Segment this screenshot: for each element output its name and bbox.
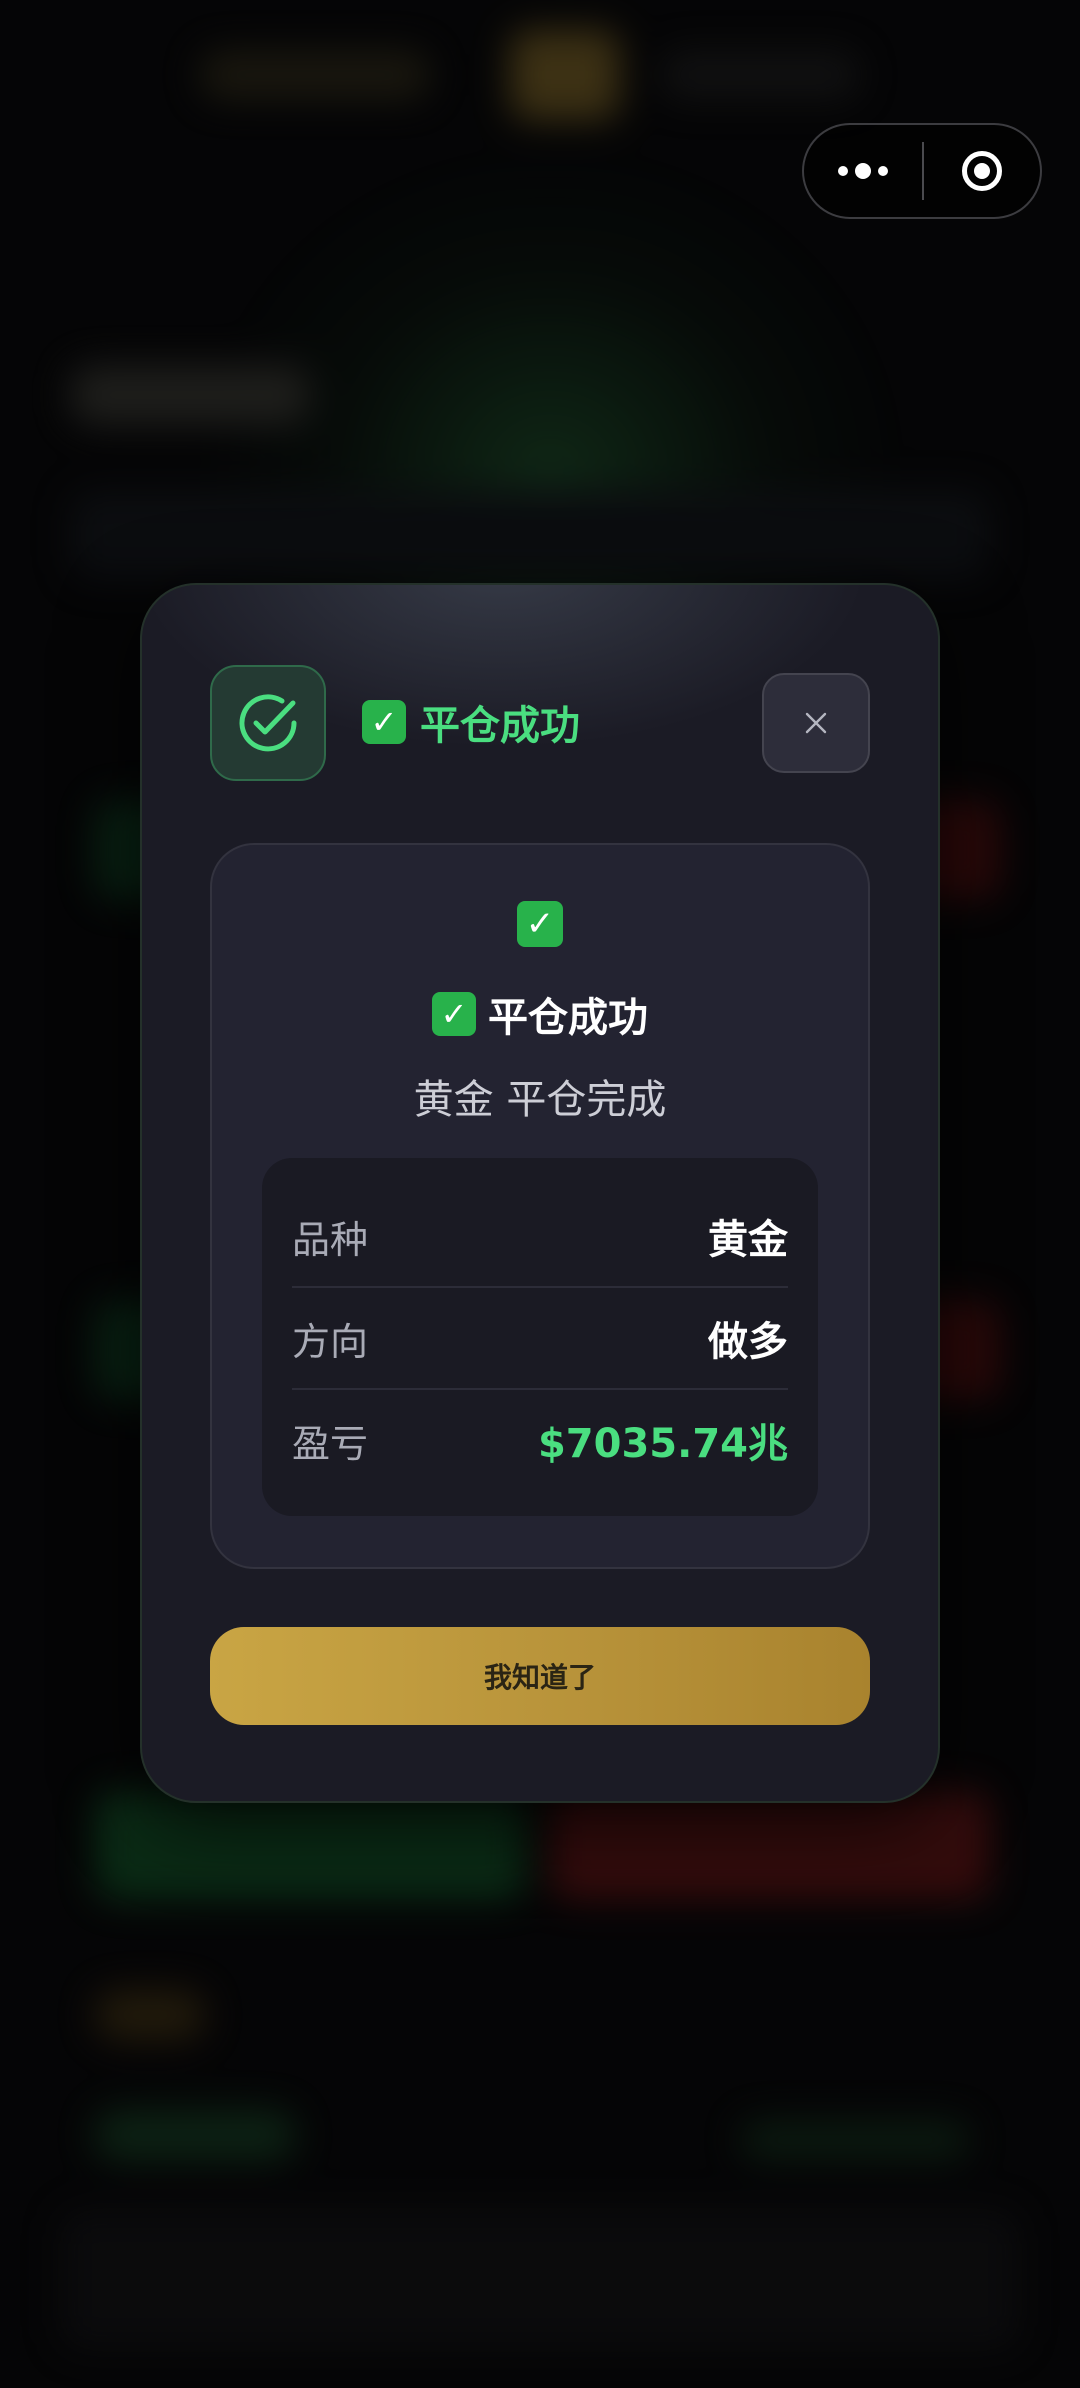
detail-table: 品种 黄金 方向 做多 盈亏 $7035.74兆 xyxy=(262,1158,818,1516)
result-subtitle: 黄金 平仓完成 xyxy=(413,1077,667,1123)
detail-row-direction: 方向 做多 xyxy=(292,1288,788,1390)
detail-row-pnl: 盈亏 $7035.74兆 xyxy=(292,1390,788,1490)
background-card xyxy=(70,490,990,580)
result-card: ✓ ✓ 平仓成功 黄金 平仓完成 品种 黄金 方向 做多 盈亏 $7035.74… xyxy=(210,843,870,1569)
background-tab xyxy=(660,50,860,100)
background-buy-button xyxy=(95,1790,525,1900)
confirm-button[interactable]: 我知道了 xyxy=(210,1627,870,1725)
check-mark-emoji-icon: ✓ xyxy=(517,901,563,947)
check-mark-emoji-icon: ✓ xyxy=(432,992,476,1036)
result-title: ✓ 平仓成功 xyxy=(212,985,868,1043)
result-title-text: 平仓成功 xyxy=(488,995,648,1041)
detail-value: 做多 xyxy=(708,1319,788,1365)
detail-value: 黄金 xyxy=(708,1217,788,1263)
check-mark-emoji-icon: ✓ xyxy=(362,700,406,744)
modal-header: ✓ 平仓成功 xyxy=(210,665,870,781)
close-button[interactable] xyxy=(762,673,870,773)
modal-title-text: 平仓成功 xyxy=(420,703,580,749)
detail-row-instrument: 品种 黄金 xyxy=(292,1186,788,1288)
background-holding-tag xyxy=(95,1990,205,2040)
pnl-value: $7035.74兆 xyxy=(537,1421,788,1467)
detail-label: 方向 xyxy=(292,1319,369,1364)
detail-label: 盈亏 xyxy=(292,1421,369,1466)
background-row xyxy=(95,2110,295,2160)
background-sell-button xyxy=(550,1790,990,1900)
modal-title: ✓ 平仓成功 xyxy=(362,693,580,751)
close-x-icon xyxy=(805,712,827,734)
miniprogram-capsule xyxy=(802,123,1042,219)
background-bottom-nav xyxy=(60,2210,1020,2350)
background-row xyxy=(740,2120,970,2160)
background-tab xyxy=(200,50,430,100)
target-circle-icon[interactable] xyxy=(924,125,1040,217)
detail-label: 品种 xyxy=(292,1217,369,1262)
check-circle-icon xyxy=(210,665,326,781)
result-emoji: ✓ xyxy=(212,901,868,947)
close-position-success-modal: ✓ 平仓成功 ✓ ✓ 平仓成功 黄金 平仓完成 品种 黄金 方向 做多 盈亏 $… xyxy=(140,583,940,1803)
background-tab-active xyxy=(510,30,620,120)
background-brand xyxy=(70,365,310,425)
more-dots-icon[interactable] xyxy=(804,125,922,217)
